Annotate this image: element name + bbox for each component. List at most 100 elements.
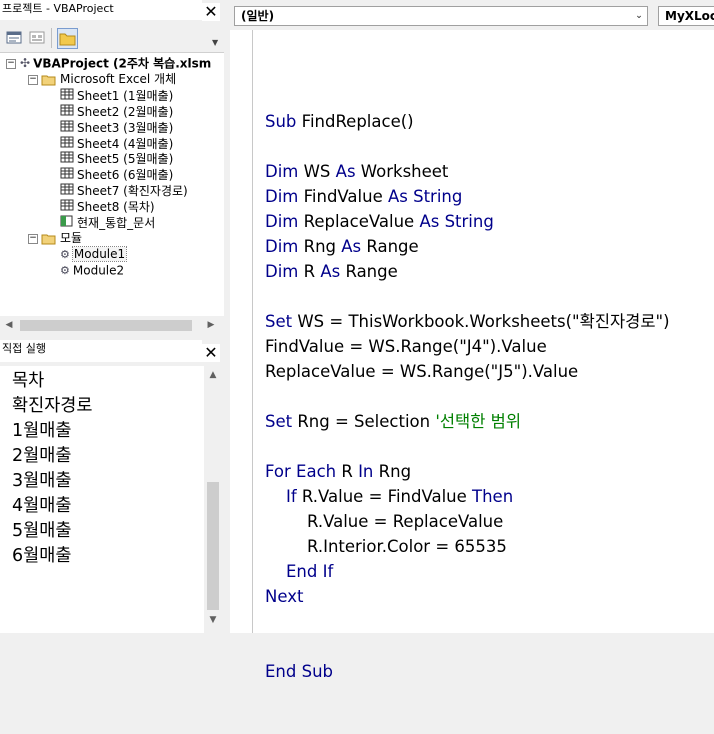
code-line: Set WS = ThisWorkbook.Worksheets("확진자경로"… [265,309,714,334]
code-text: Rng [378,462,412,481]
worksheet-icon [60,167,74,184]
tree-folder-excel-objects[interactable]: − Microsoft Excel 개체 [28,72,176,88]
code-text: R.Value = ReplaceValue [265,512,504,531]
workbook-icon [60,215,74,232]
code-text: WS [303,162,336,181]
project-toolbar: ▼ [0,22,224,53]
close-icon: ✕ [204,343,218,362]
scroll-up-arrow[interactable]: ▲ [204,366,222,384]
collapse-icon[interactable]: − [6,58,16,69]
code-margin [230,30,253,633]
tree-item-sheet[interactable]: Sheet3 (3월매출) [60,120,173,136]
tree-item-module1-label: Module1 [71,246,128,263]
code-editor[interactable]: Sub FindReplace() Dim WS As Worksheet Dim … [253,30,714,681]
code-keyword: Sub [265,112,302,131]
tree-item-sheet-label: Sheet6 (6월매출) [77,168,174,183]
tree-item-sheet[interactable]: Sheet7 (확진자경로) [60,183,188,199]
worksheet-icon [60,104,74,121]
code-text: R [341,462,359,481]
code-line: FindValue = WS.Range("J4").Value [265,334,714,359]
tree-folder-excel-objects-label: Microsoft Excel 개체 [60,72,177,86]
immediate-title: 직접 실행 [0,340,202,362]
tree-folder-modules[interactable]: − 모듈 [28,231,82,247]
procedure-combo[interactable]: MyXLoc [658,6,714,26]
procedure-combo-value: MyXLoc [665,9,714,23]
worksheet-icon [60,151,74,168]
immediate-close-button[interactable]: ✕ [202,344,220,362]
code-line: ReplaceValue = WS.Range("J5").Value [265,359,714,384]
tree-item-sheet[interactable]: Sheet6 (6월매출) [60,167,173,183]
tree-item-sheet[interactable]: Sheet8 (목차) [60,199,155,215]
code-line: End Sub [265,659,714,684]
vba-project-icon: ✣ [20,56,31,70]
project-explorer-close-button[interactable]: ✕ [202,3,220,21]
code-keyword: As String [419,212,494,231]
code-keyword: End Sub [265,662,334,681]
project-explorer: 프로젝트 - VBAProject ✕ ▼ − ✣ VBAProject (2주차 … [0,0,224,338]
view-code-button[interactable] [5,29,23,46]
worksheet-icon [60,136,74,153]
code-text: Worksheet [360,162,449,181]
toggle-folders-button[interactable] [57,28,78,49]
code-text: Rng = Selection [297,412,436,431]
view-object-button[interactable] [28,29,46,46]
collapse-icon[interactable]: − [28,74,38,85]
code-keyword: Dim [265,262,304,281]
immediate-line: 1월매출 [12,421,72,441]
tree-node-project[interactable]: − ✣ VBAProject (2주차 복습.xlsm [6,56,211,72]
folder-open-icon [41,234,56,244]
tree-item-sheet[interactable]: Sheet2 (2월매출) [60,104,173,120]
code-line: R.Value = ReplaceValue [265,509,714,534]
code-line: R.Interior.Color = 65535 [265,534,714,559]
code-text: Range [345,262,398,281]
code-text: FindReplace() [301,112,414,131]
object-combo[interactable]: (일반) ⌄ [234,6,648,26]
module-icon: ⚙ [60,264,70,277]
project-horizontal-scrollbar[interactable]: ◀ ▶ [0,316,224,334]
worksheet-icon [60,183,74,200]
code-keyword: Dim [265,162,304,181]
code-keyword: End If [285,562,334,581]
toolbar-separator [51,28,52,48]
code-text: Range [366,237,419,256]
worksheet-icon [60,120,74,137]
toolbar-overflow[interactable]: ▼ [212,38,222,50]
immediate-vertical-scrollbar[interactable]: ▲ ▼ [204,366,222,633]
tree-item-sheet[interactable]: Sheet4 (4월매출) [60,136,173,152]
scroll-left-arrow[interactable]: ◀ [0,316,18,334]
tree-item-sheet[interactable]: 현재_통합_문서 [60,215,155,231]
tree-item-sheet[interactable]: Sheet5 (5월매출) [60,151,173,167]
code-keyword: As String [387,187,463,206]
tree-item-module2-label: Module2 [72,263,125,278]
chevron-down-icon[interactable]: ⌄ [631,7,647,25]
tree-item-sheet-label: Sheet7 (확진자경로) [77,184,188,198]
scroll-thumb[interactable] [20,320,192,331]
tree-item-sheet-label: 현재_통합_문서 [77,215,156,230]
code-keyword: In [358,462,379,481]
immediate-output[interactable]: 목차 확진자경로 1월매출 2월매출 3월매출 4월매출 5월매출 6월매출 [0,366,204,633]
code-line: End If [265,559,714,584]
code-text: WS = ThisWorkbook.Worksheets("확진자경로") [297,312,670,331]
code-keyword: As [335,162,361,181]
tree-item-module2[interactable]: ⚙ Module2 [60,263,124,279]
immediate-line: 5월매출 [12,521,72,541]
project-tree: − ✣ VBAProject (2주차 복습.xlsm − Microsoft Exc… [0,53,224,316]
tree-item-sheet-label: Sheet5 (5월매출) [77,152,174,167]
object-combo-value: (일반) [241,9,275,23]
scroll-right-arrow[interactable]: ▶ [202,316,220,334]
scroll-thumb[interactable] [207,482,219,610]
folder-icon [59,33,76,46]
close-icon: ✕ [204,2,218,21]
tree-item-module1[interactable]: ⚙ Module1 [60,246,128,263]
code-line: Next [265,584,714,609]
immediate-line: 2월매출 [12,446,72,466]
collapse-icon[interactable]: − [28,233,38,244]
scroll-down-arrow[interactable]: ▼ [204,611,222,629]
immediate-line: 목차 [12,371,45,391]
code-line: Dim ReplaceValue As String [265,209,714,234]
tree-item-sheet[interactable]: Sheet1 (1월매출) [60,88,173,104]
code-comment: '선택한 범위 [435,412,522,431]
module-icon: ⚙ [60,248,70,261]
code-keyword: Dim [265,212,304,231]
